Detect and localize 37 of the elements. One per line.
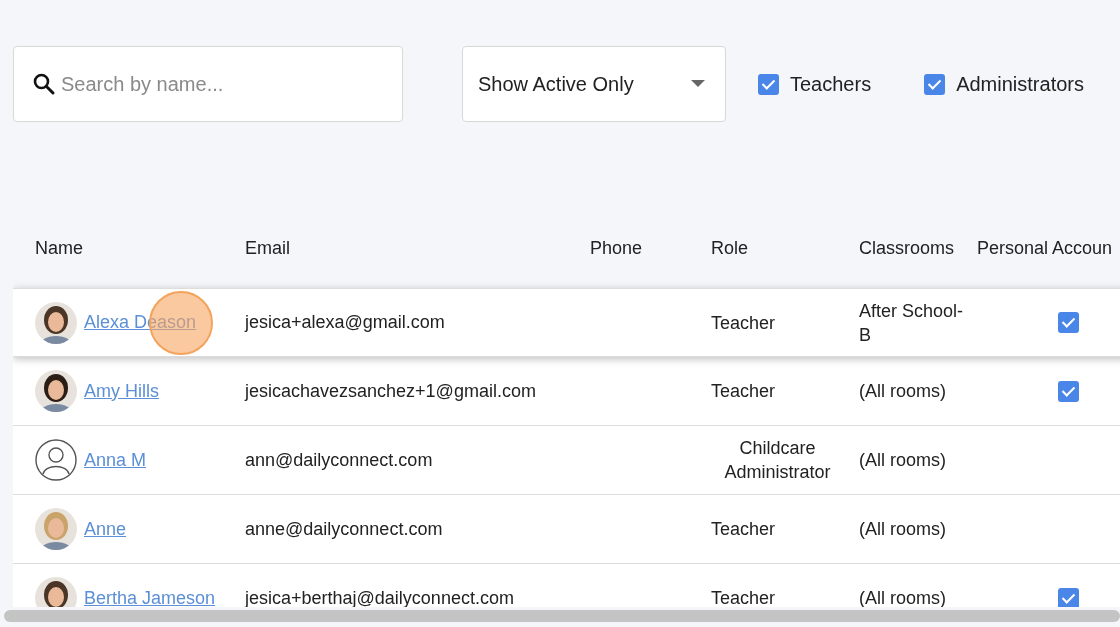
column-header: Phone <box>590 237 643 258</box>
search-icon <box>32 72 56 96</box>
checkbox-label: Administrators <box>956 72 1084 96</box>
table-row[interactable]: Anne anne@dailyconnect.com Teacher (All rooms) <box>13 495 1120 564</box>
status-dropdown[interactable]: Show Active Only <box>462 46 726 122</box>
email-text: jesicachavezsanchez+1@gmail.com <box>245 380 536 401</box>
column-header: Role <box>711 237 749 258</box>
classroom-text: (All rooms) <box>859 449 947 472</box>
checkbox[interactable] <box>1057 380 1079 402</box>
email-text: jesica+berthaj@dailyconnect.com <box>245 587 514 607</box>
email-text: jesica+alexa@gmail.com <box>245 312 445 332</box>
caret-icon <box>691 80 705 88</box>
email-text: anne@dailyconnect.com <box>245 518 443 539</box>
role-text: Teacher <box>711 587 776 607</box>
email-text: ann@dailyconnect.com <box>245 449 433 470</box>
table-row[interactable]: Amy Hills jesicachavezsanchez+1@gmail.com Teacher (All rooms) <box>13 357 1120 426</box>
checkbox[interactable] <box>924 73 946 95</box>
search-field[interactable]: Search by name... <box>13 46 403 122</box>
classroom-text: (All rooms) <box>859 380 947 403</box>
role-text: Teacher <box>711 380 776 403</box>
checkbox[interactable] <box>758 73 779 95</box>
classroom-text: (All rooms) <box>859 587 947 607</box>
horizontal-scrollbar[interactable] <box>4 610 1120 622</box>
checkbox-label: Teachers <box>790 72 872 96</box>
column-header: Personal Accoun <box>977 237 1113 258</box>
role-text: Teacher <box>711 311 776 335</box>
checkbox[interactable] <box>1057 587 1079 607</box>
column-header: Name <box>35 237 83 258</box>
column-header: Classrooms <box>859 237 955 258</box>
role-text: Teacher <box>711 518 776 541</box>
table-row[interactable]: Anna M ann@dailyconnect.com Childcare Administrator (All rooms) <box>13 426 1120 495</box>
table-row[interactable]: Bertha Jameson jesica+berthaj@dailyconnect.com Teacher (All rooms) <box>13 564 1120 607</box>
role-text: Childcare Administrator <box>723 437 832 484</box>
column-header: Email <box>245 237 290 258</box>
checkbox[interactable] <box>1057 312 1079 333</box>
classroom-text: (All rooms) <box>859 518 947 541</box>
classroom-text: After School-B <box>859 299 965 347</box>
